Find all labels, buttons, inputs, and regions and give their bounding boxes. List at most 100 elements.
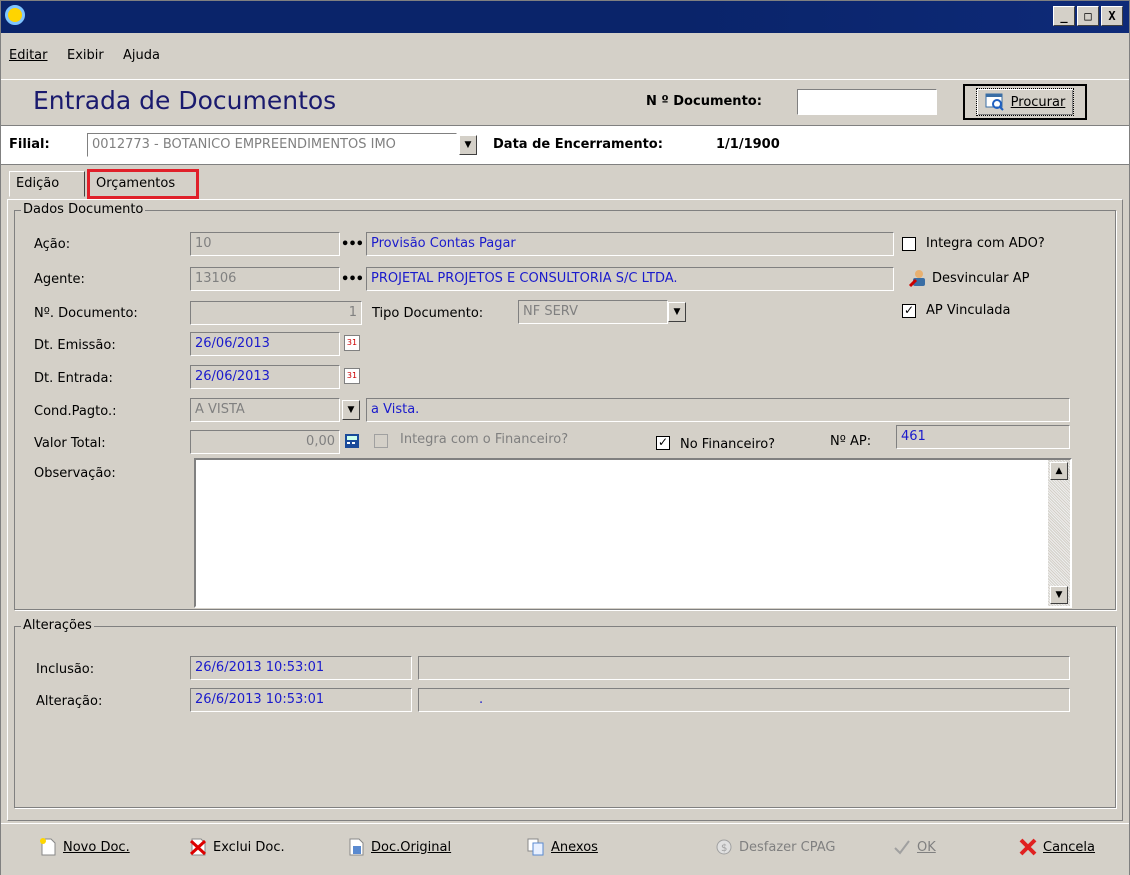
- observacao-label: Observação:: [34, 466, 116, 481]
- action-bar: Novo Doc. Exclui Doc. Doc.Original Anexo…: [1, 823, 1129, 875]
- anexos-label: Anexos: [551, 839, 598, 855]
- checkmark-icon: [894, 840, 910, 855]
- no-financeiro-checkbox[interactable]: ✓: [656, 436, 670, 450]
- ap-vinculada-label: AP Vinculada: [926, 303, 1011, 318]
- inclusao-label: Inclusão:: [36, 662, 95, 677]
- anexos-button[interactable]: Anexos: [527, 838, 598, 856]
- unlink-person-icon: [908, 270, 925, 288]
- valor-total-label: Valor Total:: [34, 436, 106, 451]
- alteracoes-group: Alterações: [14, 618, 1116, 808]
- procurar-label: Procurar: [1010, 94, 1066, 110]
- data-encerramento-label: Data de Encerramento:: [493, 137, 663, 152]
- page-header: Entrada de Documentos N º Documento: Pro…: [1, 79, 1129, 123]
- alteracoes-title: Alterações: [21, 618, 94, 633]
- exclui-doc-label: Exclui Doc.: [213, 839, 285, 855]
- valor-total-field[interactable]: 0,00: [190, 430, 340, 454]
- exclui-doc-button[interactable]: Exclui Doc.: [189, 838, 285, 856]
- tab-edicao[interactable]: Edição: [9, 171, 85, 197]
- integra-ado-checkbox[interactable]: [902, 237, 916, 251]
- integra-financeiro-label: Integra com o Financeiro?: [400, 432, 569, 447]
- ok-label: OK: [917, 839, 936, 855]
- nap-label: Nº AP:: [830, 434, 872, 449]
- calendar-icon[interactable]: 31: [344, 335, 360, 351]
- ap-vinculada-checkbox[interactable]: ✓: [902, 304, 916, 318]
- desfazer-cpag-button[interactable]: $ Desfazer CPAG: [715, 838, 835, 856]
- calculator-icon[interactable]: [344, 433, 360, 449]
- agente-lookup-button[interactable]: •••: [340, 267, 364, 291]
- data-encerramento-value: 1/1/1900: [716, 137, 780, 152]
- ndoc-search-label: N º Documento:: [646, 94, 762, 109]
- inclusao-user-field: [418, 656, 1070, 680]
- acao-label: Ação:: [34, 237, 71, 252]
- procurar-button[interactable]: Procurar: [963, 84, 1087, 120]
- alteracao-field: 26/6/2013 10:53:01: [190, 688, 412, 712]
- tab-bar: Edição Orçamentos: [1, 167, 1129, 199]
- delete-document-icon: [189, 838, 207, 856]
- desvincular-ap-label: Desvincular AP: [932, 270, 1030, 286]
- app-window: _ □ X Editar Exibir Ajuda Entrada de Doc…: [0, 0, 1130, 875]
- minimize-button[interactable]: _: [1053, 6, 1075, 26]
- ndoc-search-input[interactable]: [797, 89, 937, 115]
- chevron-down-icon[interactable]: ▼: [668, 302, 686, 322]
- agente-code-field[interactable]: 13106: [190, 267, 340, 291]
- menu-editar[interactable]: Editar: [9, 48, 48, 63]
- filial-select[interactable]: 0012773 - BOTANICO EMPREENDIMENTOS IMO: [87, 133, 457, 157]
- filial-row: Filial: 0012773 - BOTANICO EMPREENDIMENT…: [1, 125, 1129, 165]
- chevron-down-icon[interactable]: ▼: [459, 135, 477, 155]
- tab-orcamentos[interactable]: Orçamentos: [87, 169, 199, 199]
- doc-original-label: Doc.Original: [371, 839, 452, 855]
- observacao-scrollbar[interactable]: ▲ ▼: [1048, 460, 1070, 606]
- emissao-field[interactable]: 26/06/2013: [190, 332, 340, 356]
- doc-original-button[interactable]: Doc.Original: [347, 838, 451, 856]
- nap-field: 461: [896, 425, 1070, 449]
- desvincular-ap-button[interactable]: Desvincular AP: [908, 268, 1030, 288]
- maximize-button[interactable]: □: [1077, 6, 1099, 26]
- new-document-icon: [40, 838, 56, 856]
- menu-bar: Editar Exibir Ajuda: [1, 33, 1129, 77]
- acao-lookup-button[interactable]: •••: [340, 232, 364, 256]
- no-financeiro-label: No Financeiro?: [680, 437, 776, 452]
- menu-ajuda[interactable]: Ajuda: [123, 48, 160, 63]
- cancel-x-icon: [1019, 838, 1037, 856]
- integra-financeiro-checkbox[interactable]: [374, 434, 388, 448]
- novo-doc-button[interactable]: Novo Doc.: [39, 838, 130, 856]
- dados-documento-title: Dados Documento: [21, 202, 146, 217]
- app-icon: [5, 5, 25, 25]
- agente-desc-field: PROJETAL PROJETOS E CONSULTORIA S/C LTDA…: [366, 267, 894, 291]
- svg-text:$: $: [721, 843, 727, 854]
- entrada-label: Dt. Entrada:: [34, 371, 113, 386]
- scroll-up-icon[interactable]: ▲: [1050, 462, 1068, 480]
- cancela-label: Cancela: [1043, 839, 1096, 855]
- scroll-down-icon[interactable]: ▼: [1050, 586, 1068, 604]
- attachments-icon: [527, 838, 544, 856]
- cond-pagto-desc: a Vista.: [366, 398, 1070, 422]
- undo-coin-icon: $: [716, 839, 732, 855]
- ok-button[interactable]: OK: [893, 838, 936, 856]
- desfazer-cpag-label: Desfazer CPAG: [739, 839, 836, 855]
- cancela-button[interactable]: Cancela: [1019, 838, 1095, 856]
- ndoc-field[interactable]: 1: [190, 301, 362, 325]
- calendar-icon[interactable]: 31: [344, 368, 360, 384]
- title-bar[interactable]: _ □ X: [1, 1, 1129, 33]
- novo-doc-label: Novo Doc.: [63, 839, 130, 855]
- entrada-field[interactable]: 26/06/2013: [190, 365, 340, 389]
- page-title: Entrada de Documentos: [33, 86, 337, 115]
- acao-code-field[interactable]: 10: [190, 232, 340, 256]
- agente-label: Agente:: [34, 272, 85, 287]
- edicao-panel: Dados Documento Ação: 10 ••• Provisão Co…: [7, 199, 1123, 821]
- cond-pagto-label: Cond.Pagto.:: [34, 404, 117, 419]
- close-button[interactable]: X: [1101, 6, 1123, 26]
- tipo-documento-select[interactable]: NF SERV: [518, 300, 668, 324]
- document-icon: [349, 838, 364, 856]
- filial-label: Filial:: [9, 137, 50, 152]
- window-controls: _ □ X: [1053, 6, 1123, 26]
- cond-pagto-select[interactable]: A VISTA: [190, 398, 340, 422]
- menu-exibir[interactable]: Exibir: [67, 48, 104, 63]
- alteracao-label: Alteração:: [36, 694, 103, 709]
- observacao-textarea[interactable]: ▲ ▼: [194, 458, 1072, 608]
- chevron-down-icon[interactable]: ▼: [342, 400, 360, 420]
- integra-ado-label: Integra com ADO?: [926, 236, 1045, 251]
- inclusao-field: 26/6/2013 10:53:01: [190, 656, 412, 680]
- ndoc-label: Nº. Documento:: [34, 306, 138, 321]
- search-icon: [985, 93, 1004, 111]
